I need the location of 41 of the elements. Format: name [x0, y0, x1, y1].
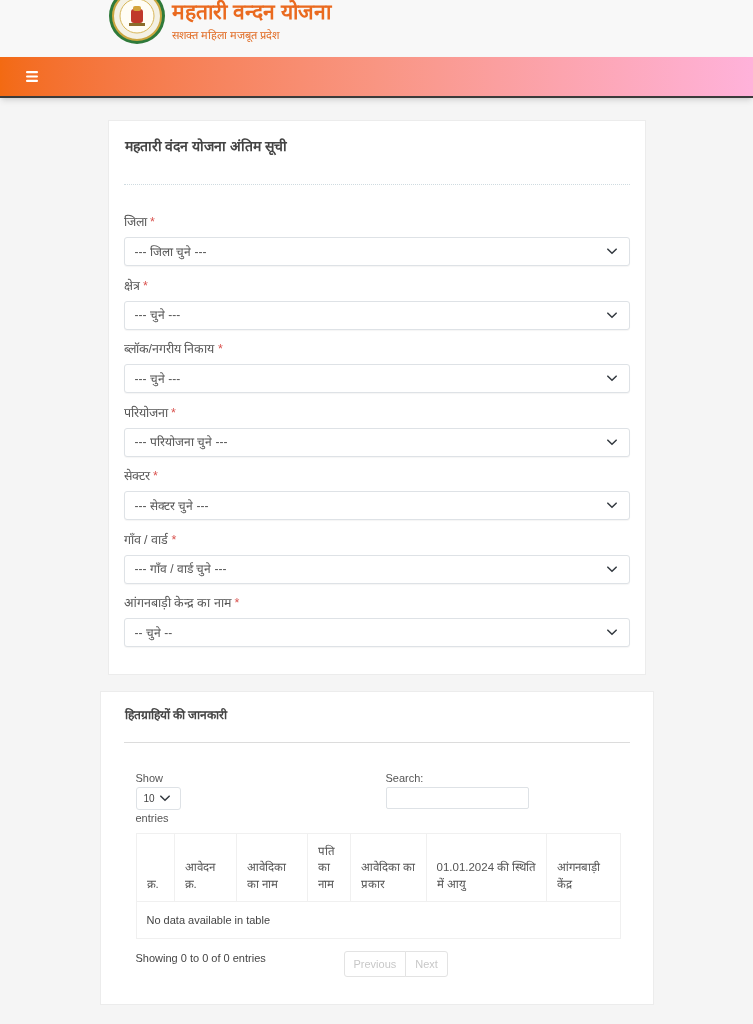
column-header[interactable]: 01.01.2024 की स्थिति में आयु: [426, 833, 546, 902]
field-label: ब्लॉक/नगरीय निकाय *: [123, 340, 224, 358]
dropdown-field[interactable]: --- सेक्टर चुने ---: [123, 491, 630, 520]
field-label: गाँव / वार्ड *: [123, 531, 178, 549]
search-label: Search:: [385, 771, 424, 785]
card-title: महतारी वंदन योजना अंतिम सूची: [123, 137, 289, 156]
field-label: क्षेत्र *: [123, 277, 149, 295]
column-header[interactable]: पति का नाम: [307, 833, 350, 902]
dropdown-field[interactable]: -- चुने --: [123, 618, 630, 647]
show-label: Show: [135, 771, 164, 785]
column-header[interactable]: आवेदन क्र.: [174, 833, 236, 902]
column-header[interactable]: आवेदिका का प्रकार: [350, 833, 426, 902]
chevron-down-icon: [606, 565, 617, 573]
card-title: हितग्राहियों की जानकारी: [123, 707, 229, 724]
dropdown-field[interactable]: --- जिला चुने ---: [123, 237, 630, 266]
search-field[interactable]: [385, 787, 529, 809]
chevron-down-icon: [159, 795, 170, 802]
page-size-dropdown[interactable]: 10: [135, 787, 181, 810]
column-header[interactable]: आवेदिका का नाम: [236, 833, 307, 902]
site-tagline: सशक्त महिला मजबूत प्रदेश: [172, 28, 281, 42]
entries-label: entries: [135, 811, 169, 825]
field-label: जिला *: [123, 213, 156, 231]
chevron-down-icon: [606, 311, 617, 319]
dropdown-field[interactable]: --- परियोजना चुने ---: [123, 427, 630, 457]
menu-icon[interactable]: [26, 71, 38, 82]
dropdown-field[interactable]: --- चुने ---: [123, 364, 630, 393]
chevron-down-icon: [606, 375, 617, 382]
field-label: परियोजना *: [123, 404, 177, 422]
dropdown-field[interactable]: --- चुने ---: [123, 300, 630, 330]
chevron-down-icon: [606, 502, 617, 509]
column-header[interactable]: क्र.: [136, 833, 174, 902]
field-label: सेक्टर *: [123, 467, 159, 485]
field-label: आंगनबाड़ी केन्द्र का नाम *: [123, 594, 241, 612]
chevron-down-icon: [606, 248, 617, 255]
site-title: महतारी वन्दन योजना: [172, 0, 331, 24]
chevron-down-icon: [606, 629, 617, 636]
table-info-text: Showing 0 to 0 of 0 entries: [135, 951, 267, 965]
dropdown-field[interactable]: --- गाँव / वार्ड चुने ---: [123, 554, 630, 584]
chevron-down-icon: [606, 438, 617, 446]
empty-table-message: No data available in table: [136, 901, 620, 939]
column-header[interactable]: आंगनबाड़ी केंद्र: [546, 833, 620, 902]
